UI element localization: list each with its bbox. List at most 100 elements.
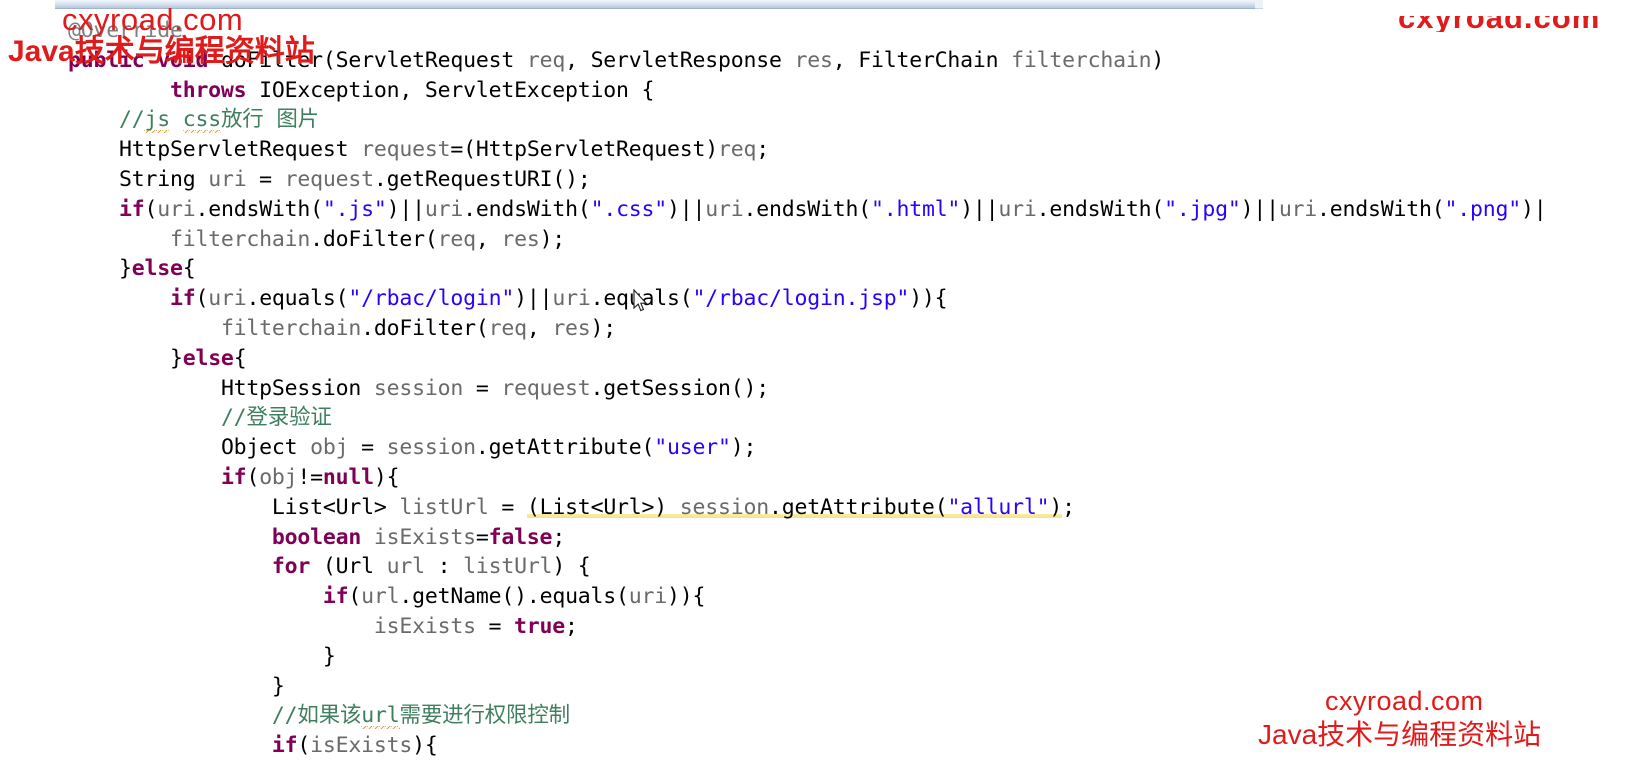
code-line[interactable]: filterchain.doFilter(req, res); (0, 314, 1546, 344)
code-token: request (284, 166, 374, 192)
code-token: endsWith (208, 196, 311, 222)
code-token: . (310, 226, 323, 252)
code-token: session (679, 494, 769, 520)
code-token: isExists (373, 613, 476, 639)
code-token: else (131, 256, 183, 282)
code-token: doFilter (220, 47, 323, 73)
code-line[interactable]: throws IOException, ServletException { (0, 76, 1546, 106)
code-line[interactable]: }else{ (0, 254, 1546, 284)
code-token: getAttribute (781, 494, 935, 520)
code-line[interactable]: if(obj!=null){ (0, 463, 1546, 493)
code-line[interactable]: HttpSession session = request.getSession… (0, 374, 1546, 404)
code-token: . (1317, 196, 1330, 222)
code-line[interactable]: HttpServletRequest request=(HttpServletR… (0, 135, 1546, 165)
code-token: ( (322, 47, 336, 73)
code-line[interactable]: isExists = true; (0, 612, 1546, 642)
code-token: )){ (667, 584, 706, 610)
code-token: { (182, 256, 196, 282)
code-line[interactable]: if(uri.endsWith(".js")||uri.endsWith(".c… (0, 195, 1547, 225)
code-line[interactable]: } (0, 672, 1546, 702)
code-line[interactable]: @Override (0, 16, 1546, 46)
code-token: )|| (386, 196, 425, 222)
code-token: ( (616, 584, 629, 610)
code-token: (); (552, 166, 591, 192)
code-token: . (1036, 196, 1050, 222)
code-token: HttpServletRequest (118, 137, 349, 163)
code-line[interactable]: boolean isExists=false; (0, 523, 1546, 553)
code-token: url (361, 703, 400, 730)
code-line[interactable]: List<Url> listUrl = (List<Url>) session.… (0, 493, 1546, 523)
code-token: 需要进行权限控制 (399, 703, 571, 729)
code-token: ( (310, 554, 336, 580)
code-token: boolean (271, 524, 362, 550)
code-token: uri (998, 196, 1037, 222)
code-token: doFilter (322, 226, 425, 252)
code-token: @Override (68, 18, 183, 43)
editor-tab-strip[interactable] (55, 0, 1255, 9)
code-token: ; (552, 524, 566, 550)
code-token: uri (424, 196, 464, 222)
code-line[interactable]: //登录验证 (0, 403, 1546, 433)
code-token: : (424, 554, 464, 580)
code-token: . (246, 286, 260, 312)
code-token: } (271, 673, 285, 699)
code-token: endsWith (475, 196, 578, 222)
code-token: obj (310, 435, 349, 461)
code-token: ".js" (322, 196, 387, 222)
code-token: . (590, 286, 604, 312)
code-token: ( (858, 196, 871, 222)
code-token: ( (679, 286, 693, 312)
code-token: = (348, 435, 387, 461)
code-token: listUrl (399, 494, 489, 520)
code-token: ( (335, 286, 349, 312)
code-token: ( (195, 286, 209, 312)
code-token: ".html" (870, 196, 961, 222)
code-line[interactable]: //如果该url需要进行权限控制 (0, 701, 1546, 731)
code-token: Object (220, 435, 298, 461)
code-line[interactable]: Object obj = session.getAttribute("user"… (0, 433, 1546, 463)
code-token: doFilter (373, 315, 476, 341)
code-line[interactable]: } (0, 642, 1546, 672)
code-line[interactable]: }else{ (0, 344, 1546, 374)
code-token: uri (1278, 196, 1318, 222)
code-token: , (832, 47, 859, 73)
code-token: req (437, 226, 476, 252)
code-editor-pane[interactable]: @Override public void doFilter(ServletReq… (0, 10, 1642, 782)
code-token: ; (756, 137, 769, 163)
code-token: ) (705, 137, 719, 163)
code-token: String (118, 166, 196, 192)
code-line[interactable]: if(uri.equals("/rbac/login")||uri.equals… (0, 284, 1546, 314)
code-token: res (552, 315, 591, 341)
code-line[interactable]: String uri = request.getRequestURI(); (0, 165, 1546, 195)
code-line[interactable]: if(url.getName().equals(uri)){ (0, 582, 1546, 612)
code-token: endsWith (1329, 196, 1432, 222)
code-token: else (182, 345, 234, 371)
code-token: != (297, 464, 323, 490)
code-line[interactable]: public void doFilter(ServletRequest req,… (0, 46, 1546, 76)
code-line[interactable]: filterchain.doFilter(req, res); (0, 225, 1546, 255)
code-token: ServletResponse (590, 47, 782, 73)
source-code-text[interactable]: @Override public void doFilter(ServletReq… (0, 10, 1547, 761)
code-token: void (157, 47, 209, 73)
code-token: obj (259, 464, 298, 490)
code-line[interactable]: //js css放行 图片 (0, 105, 1546, 135)
code-token: getSession (603, 375, 731, 401)
code-line[interactable]: for (Url url : listUrl) { (0, 552, 1546, 582)
code-token: Url (335, 494, 374, 520)
code-token: "/rbac/login.jsp" (692, 286, 910, 312)
code-token: ".css" (590, 196, 668, 222)
code-line[interactable]: if(isExists){ (0, 731, 1546, 761)
code-token: } (118, 256, 132, 282)
code-token: FilterChain (858, 47, 999, 73)
